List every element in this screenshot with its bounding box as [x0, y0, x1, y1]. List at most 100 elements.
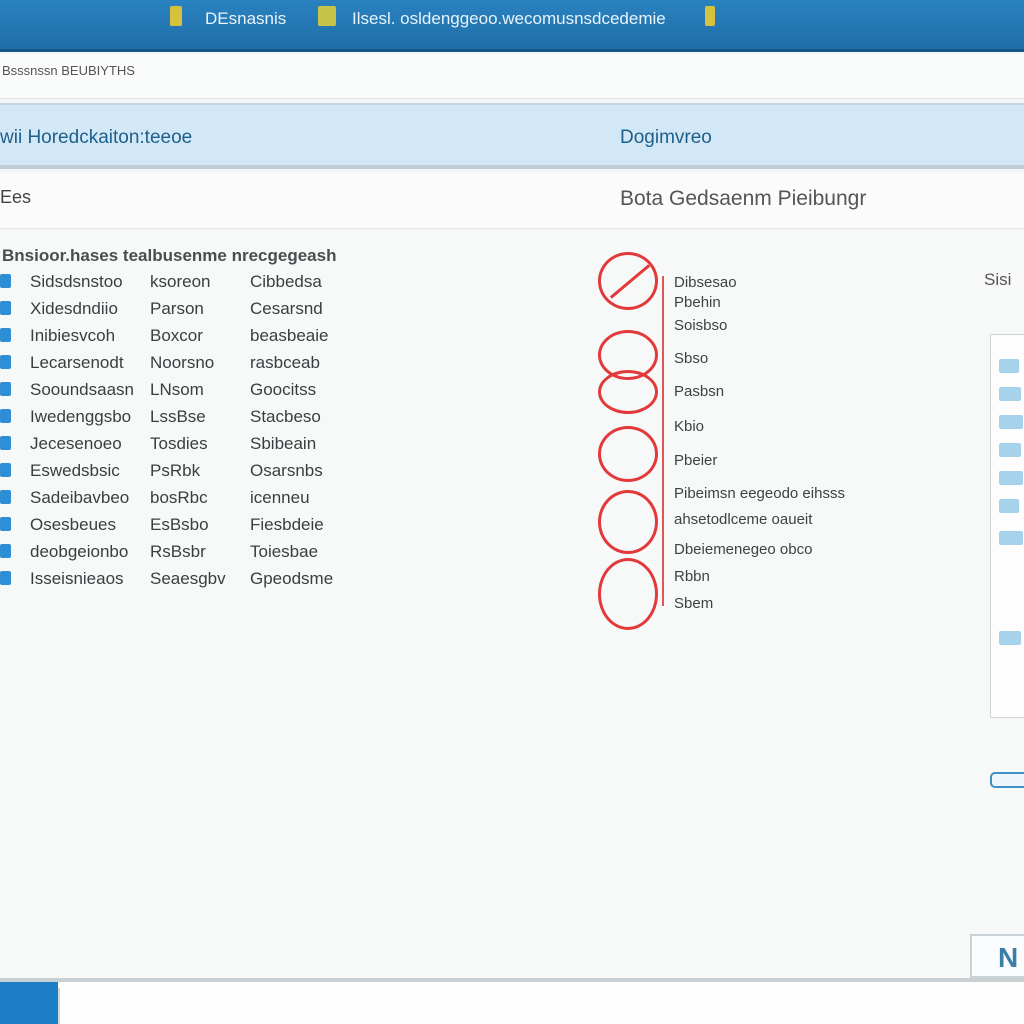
menu-bar-text[interactable]: Bsssnssn BEUBIYTHS — [2, 63, 135, 78]
status-label: Pibeimsn eegeodo eihsss — [674, 485, 845, 502]
row-name: Sadeibavbeo — [30, 488, 130, 507]
preview-line — [999, 499, 1019, 513]
row-type: Boxcor — [150, 326, 203, 345]
preview-line — [999, 631, 1021, 645]
row-name: Sidsdsnstoo — [30, 272, 123, 291]
status-ring-icon[interactable] — [598, 490, 658, 554]
row-type: LssBse — [150, 407, 206, 426]
row-name: Sooundsaasn — [30, 380, 134, 399]
list-header: Bnsioor.hases tealbusenme nrecgegeash — [2, 246, 337, 265]
list-item[interactable]: Jecesenoeo Tosdies Sbibeain — [0, 432, 340, 458]
preview-line — [999, 359, 1019, 373]
file-icon — [0, 517, 11, 531]
row-type: Tosdies — [150, 434, 208, 453]
list-item[interactable]: Sooundsaasn LNsom Goocitss — [0, 378, 340, 404]
row-type: Noorsno — [150, 353, 215, 372]
row-name: Eswedsbsic — [30, 461, 120, 480]
row-name: Iwedenggsbo — [30, 407, 132, 426]
file-icon — [0, 463, 11, 477]
preview-line — [999, 471, 1023, 485]
status-label: Pasbsn — [674, 383, 725, 400]
subhead-left: Ees — [0, 187, 32, 207]
row-status: Stacbeso — [250, 407, 321, 426]
window-title: Ilsesl. osldenggeoo.wecomusnsdcedemie — [352, 9, 666, 28]
file-icon — [0, 301, 11, 315]
status-label: Dibsesao — [674, 274, 737, 291]
preview-panel — [990, 334, 1024, 718]
row-name: Lecarsenodt — [30, 353, 124, 372]
list-item[interactable]: Lecarsenodt Noorsno rasbceab — [0, 351, 340, 377]
preview-line — [999, 415, 1023, 429]
list-item[interactable]: Iwedenggsbo LssBse Stacbeso — [0, 405, 340, 431]
row-status: beasbeaie — [250, 326, 329, 345]
status-ring-icon[interactable] — [598, 426, 658, 482]
pin-icon[interactable] — [705, 6, 715, 26]
start-button[interactable] — [0, 982, 58, 1024]
row-status: Osarsnbs — [250, 461, 323, 480]
row-name: deobgeionbo — [30, 542, 129, 561]
list-item[interactable]: Osesbeues EsBsbo Fiesbdeie — [0, 513, 340, 539]
status-ring-icon[interactable] — [598, 370, 658, 414]
list-item[interactable]: Sadeibavbeo bosRbc icenneu — [0, 486, 340, 512]
status-label: ahsetodlceme oaueit — [674, 511, 813, 528]
status-label: Sbso — [674, 350, 709, 367]
row-status: Fiesbdeie — [250, 515, 324, 534]
next-button-label: N — [998, 942, 1019, 973]
list-item[interactable]: Inibiesvcoh Boxcor beasbeaie — [0, 324, 340, 350]
blocked-status-icon[interactable] — [598, 252, 658, 310]
banner-title-right: Dogimvreo — [620, 127, 712, 148]
list-item[interactable]: Sidsdsnstoo ksoreon Cibbedsa — [0, 270, 340, 296]
row-type: ksoreon — [150, 272, 211, 291]
list-item[interactable]: deobgeionbo RsBsbr Toiesbae — [0, 540, 340, 566]
row-status: Toiesbae — [250, 542, 319, 561]
row-status: Goocitss — [250, 380, 317, 399]
status-bar — [0, 978, 1024, 1024]
row-type: PsRbk — [150, 461, 201, 480]
list-item[interactable]: Eswedsbsic PsRbk Osarsnbs — [0, 459, 340, 485]
row-status: Sbibeain — [250, 434, 317, 453]
row-type: Parson — [150, 299, 204, 318]
row-name: Inibiesvcoh — [30, 326, 116, 345]
status-label: Pbeier — [674, 452, 718, 469]
section-banner: wii Horedckaiton:teeoe Dogimvreo — [0, 103, 1024, 169]
status-label: Rbbn — [674, 568, 710, 585]
status-ring-icon[interactable] — [598, 558, 658, 630]
file-icon — [0, 355, 11, 369]
list-item[interactable]: Isseisnieaos Seaesgbv Gpeodsme — [0, 567, 340, 593]
row-type: EsBsbo — [150, 515, 209, 534]
status-bar-field — [58, 988, 1024, 1024]
file-icon — [0, 490, 11, 504]
row-type: LNsom — [150, 380, 204, 399]
row-status: Cibbedsa — [250, 272, 322, 291]
status-connector-line — [662, 276, 664, 606]
row-type: RsBsbr — [150, 542, 206, 561]
status-label: Soisbso — [674, 317, 728, 334]
preview-line — [999, 531, 1023, 545]
title-bar: DEsnasnis Ilsesl. osldenggeoo.wecomusnsd… — [0, 0, 1024, 52]
row-name: Jecesenoeo — [30, 434, 122, 453]
status-label: Sbem — [674, 595, 714, 612]
expand-button[interactable] — [990, 772, 1024, 788]
status-label: Dbeiemenegeo obco — [674, 541, 813, 558]
subhead-right: Bota Gedsaenm Pieibungr — [620, 187, 867, 210]
row-status: Cesarsnd — [250, 299, 323, 318]
preview-line — [999, 443, 1021, 457]
file-icon — [0, 571, 11, 585]
right-panel-label: Sisi — [984, 270, 1012, 289]
file-icon — [0, 409, 11, 423]
app-label: DEsnasnis — [205, 9, 287, 28]
row-name: Xidesdndiio — [30, 299, 118, 318]
app-icon — [170, 6, 182, 26]
next-button[interactable]: N — [970, 934, 1024, 978]
status-label: Kbio — [674, 418, 705, 435]
menu-bar: Bsssnssn BEUBIYTHS — [0, 55, 1024, 99]
preview-line — [999, 387, 1021, 401]
file-icon — [0, 544, 11, 558]
file-icon — [0, 382, 11, 396]
main-content: Bnsioor.hases tealbusenme nrecgegeash Si… — [0, 230, 1024, 978]
list-item[interactable]: Xidesdndiio Parson Cesarsnd — [0, 297, 340, 323]
row-type: Seaesgbv — [150, 569, 226, 588]
row-type: bosRbc — [150, 488, 208, 507]
file-icon — [0, 436, 11, 450]
row-status: Gpeodsme — [250, 569, 334, 588]
